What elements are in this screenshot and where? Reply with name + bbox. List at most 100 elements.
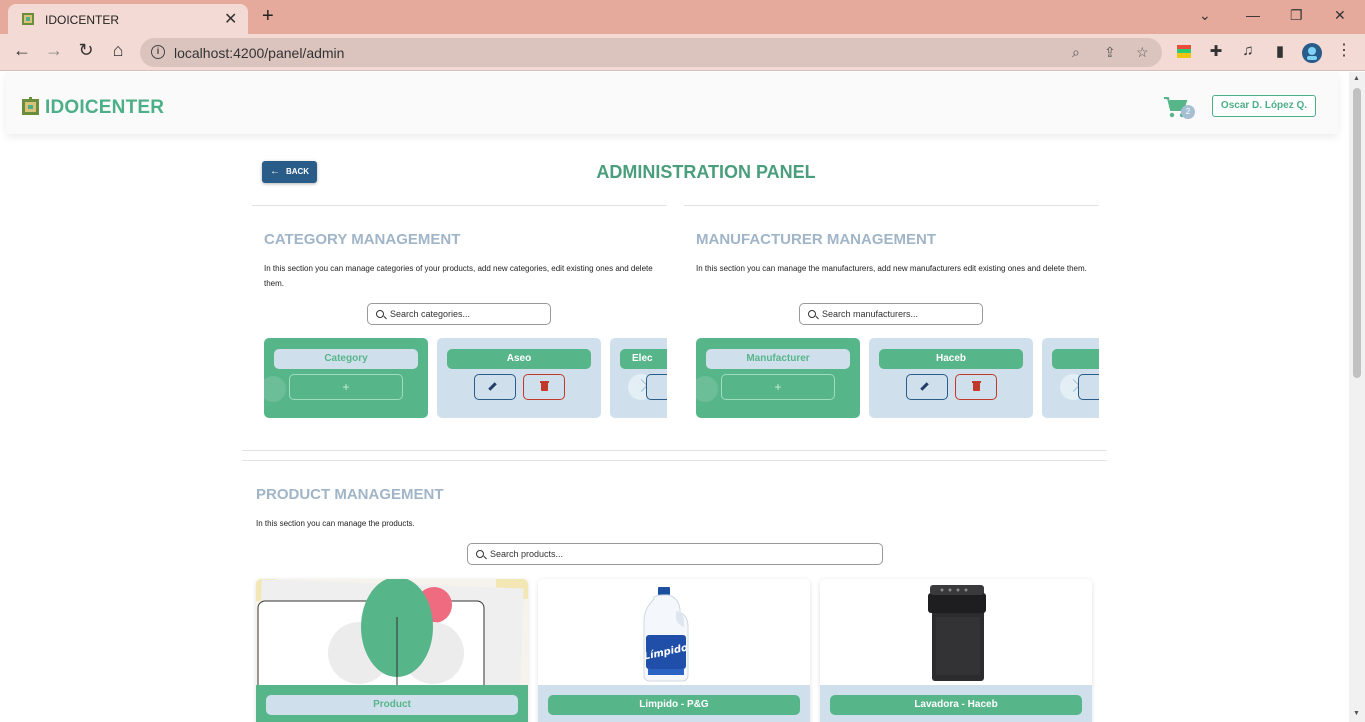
trash-icon — [972, 381, 981, 391]
restore-icon[interactable]: ❐ — [1290, 7, 1303, 24]
product-section-description: In this section you can manage the produ… — [256, 519, 415, 528]
search-icon — [808, 310, 816, 318]
divider — [684, 205, 1099, 206]
search-icon — [376, 310, 384, 318]
extension-colorful-icon[interactable] — [1176, 44, 1192, 60]
manufacturer-name: Haceb — [879, 349, 1023, 369]
manufacturer-section-description: In this section you can manage the manuf… — [696, 264, 1087, 273]
scrollbar-thumb[interactable] — [1353, 88, 1361, 378]
product-name: Lavadora - Haceb — [830, 695, 1082, 715]
bookmark-star-icon[interactable]: ☆ — [1136, 44, 1149, 61]
media-control-icon[interactable]: ♫ — [1236, 42, 1260, 59]
reload-icon[interactable]: ↻ — [74, 40, 98, 61]
cart-count-badge: 2 — [1181, 105, 1195, 119]
share-icon[interactable]: ⇪ — [1104, 44, 1116, 61]
search-icon — [476, 550, 484, 558]
product-name: Limpido - P&G — [548, 695, 800, 715]
manufacturer-search-placeholder: Search manufacturers... — [822, 309, 919, 319]
tab-title: IDOICENTER — [45, 13, 120, 27]
app-header: IDOICENTER 2 Oscar D. López Q. — [6, 72, 1338, 134]
minimize-icon[interactable]: — — [1246, 7, 1260, 23]
divider — [252, 205, 667, 206]
add-manufacturer-button[interactable]: + — [721, 374, 835, 400]
product-search-placeholder: Search products... — [490, 549, 564, 559]
add-category-button[interactable]: + — [289, 374, 403, 400]
category-card: Aseo — [437, 338, 601, 418]
manufacturer-carousel: Manufacturer + Haceb — [696, 338, 1099, 418]
product-section-title: PRODUCT MANAGEMENT — [256, 486, 444, 503]
edit-category-button[interactable] — [474, 374, 516, 400]
add-category-card: Category + — [264, 338, 428, 418]
category-search-placeholder: Search categories... — [390, 309, 471, 319]
category-carousel: Category + Aseo Elec — [264, 338, 667, 418]
site-info-icon[interactable]: i — [151, 45, 165, 59]
back-button[interactable]: ← BACK — [262, 161, 317, 183]
add-product-card[interactable]: Product — [256, 579, 528, 722]
pencil-icon — [920, 382, 929, 391]
app-favicon-icon — [22, 13, 34, 25]
forward-arrow-icon[interactable]: → — [42, 40, 66, 61]
scroll-up-icon[interactable]: ▲ — [1353, 75, 1360, 82]
back-arrow-icon[interactable]: ← — [10, 40, 34, 61]
delete-manufacturer-button[interactable] — [955, 374, 997, 400]
address-bar[interactable]: i localhost:4200/panel/admin ⌕ ⇪ ☆ — [140, 38, 1162, 67]
product-card-footer: Limpido - P&G — [538, 685, 810, 722]
manufacturer-search-input[interactable]: Search manufacturers... — [799, 303, 983, 325]
product-card[interactable]: Lavadora - Haceb — [820, 579, 1092, 722]
window-close-icon[interactable]: ✕ — [1334, 7, 1346, 24]
edit-manufacturer-button[interactable] — [906, 374, 948, 400]
category-section-description: In this section you can manage categorie… — [264, 264, 653, 288]
back-button-label: BACK — [285, 167, 310, 176]
tab-close-icon[interactable]: ✕ — [224, 9, 237, 29]
divider — [242, 460, 1107, 461]
scroll-down-icon[interactable]: ▼ — [1353, 710, 1360, 717]
carousel-prev-icon[interactable] — [696, 376, 718, 402]
user-account-button[interactable]: Oscar D. López Q. — [1212, 95, 1316, 117]
add-product-label: Product — [266, 695, 518, 715]
divider — [242, 450, 1107, 451]
page: IDOICENTER 2 Oscar D. López Q. ← BACK ADM… — [0, 72, 1349, 722]
category-section-title: CATEGORY MANAGEMENT — [264, 231, 461, 248]
arrow-left-icon: ← — [269, 166, 280, 177]
url-text[interactable]: localhost:4200/panel/admin — [174, 45, 344, 61]
product-card[interactable]: Límpido Limpido - P&G — [538, 579, 810, 722]
product-card-footer: Lavadora - Haceb — [820, 685, 1092, 722]
carousel-prev-icon[interactable] — [264, 376, 286, 402]
brand-name[interactable]: IDOICENTER — [45, 97, 164, 119]
brand-logo-icon[interactable] — [22, 97, 39, 115]
product-card-footer: Product — [256, 685, 528, 722]
add-category-label: Category — [274, 349, 418, 369]
page-scrollbar[interactable]: ▲ ▼ — [1349, 72, 1365, 722]
product-search-input[interactable]: Search products... — [467, 543, 883, 565]
pencil-icon — [488, 382, 497, 391]
category-name: Aseo — [447, 349, 591, 369]
edit-category-button[interactable] — [646, 374, 667, 400]
category-card: Elec — [610, 338, 667, 418]
side-panel-icon[interactable]: ▮ — [1268, 42, 1292, 60]
browser-toolbar: ← → ↻ ⌂ i localhost:4200/panel/admin ⌕ ⇪… — [0, 34, 1365, 71]
edit-manufacturer-button[interactable] — [1078, 374, 1099, 400]
browser-tab-bar: IDOICENTER ✕ + ⌄ — ❐ ✕ — [0, 0, 1365, 34]
new-tab-icon[interactable]: + — [262, 5, 274, 27]
delete-category-button[interactable] — [523, 374, 565, 400]
add-manufacturer-label: Manufacturer — [706, 349, 850, 369]
manufacturer-section-title: MANUFACTURER MANAGEMENT — [696, 231, 936, 248]
home-icon[interactable]: ⌂ — [106, 40, 130, 61]
product-image-washing-machine — [928, 585, 986, 681]
category-search-input[interactable]: Search categories... — [367, 303, 551, 325]
browser-tab[interactable]: IDOICENTER ✕ — [8, 4, 248, 34]
trash-icon — [540, 381, 549, 391]
zoom-icon[interactable]: ⌕ — [1072, 44, 1080, 61]
add-manufacturer-card: Manufacturer + — [696, 338, 860, 418]
extensions-puzzle-icon[interactable]: ✚ — [1204, 42, 1228, 60]
browser-menu-icon[interactable]: ⋮ — [1332, 40, 1356, 60]
product-placeholder-illustration — [256, 579, 528, 685]
manufacturer-card — [1042, 338, 1099, 418]
manufacturer-card: Haceb — [869, 338, 1033, 418]
tab-search-chevron-icon[interactable]: ⌄ — [1199, 7, 1211, 24]
profile-avatar-icon[interactable] — [1302, 43, 1322, 63]
manufacturer-name-placeholder — [1052, 349, 1099, 369]
page-title: ADMINISTRATION PANEL — [596, 162, 816, 182]
category-name: Elec — [620, 349, 667, 369]
product-image-bleach-bottle: Límpido — [643, 587, 689, 682]
